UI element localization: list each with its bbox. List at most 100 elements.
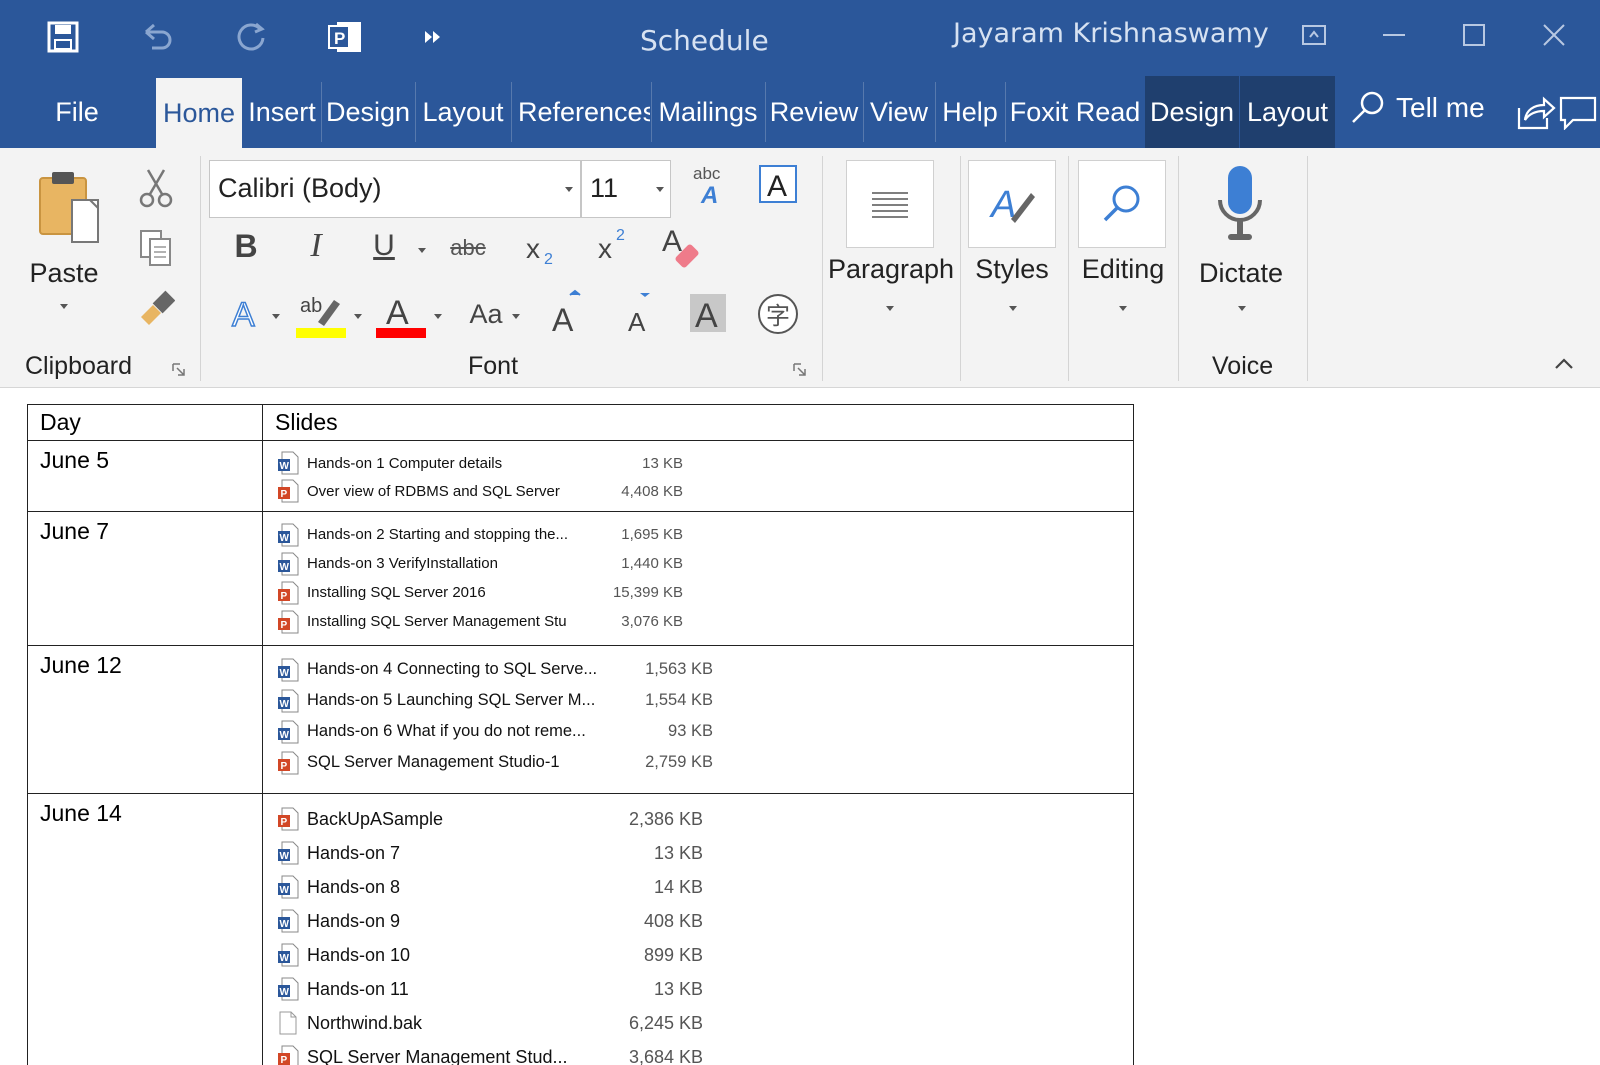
character-border-icon[interactable]: A [758,164,798,204]
file-list-item[interactable]: W Hands-on 1 Computer details 13 KB [277,449,683,477]
file-list-item[interactable]: P Over view of RDBMS and SQL Server 4,408 … [277,477,683,505]
shrink-font-icon[interactable]: A [622,290,662,336]
chevron-down-icon[interactable] [565,187,573,192]
file-list-item[interactable]: W Hands-on 11 13 KB [277,972,703,1006]
chevron-down-icon[interactable] [656,187,664,192]
paragraph-label[interactable]: Paragraph [824,254,958,285]
slides-cell[interactable]: W Hands-on 4 Connecting to SQL Serve... 1,… [262,645,1134,794]
day-cell[interactable]: June 12 [27,645,263,794]
character-shading-icon[interactable]: A [688,292,728,334]
styles-icon[interactable]: A [968,160,1056,248]
file-list-item[interactable]: W Hands-on 9 408 KB [277,904,703,938]
editing-search-icon[interactable] [1078,160,1166,248]
header-day[interactable]: Day [27,404,263,441]
ribbon-display-options-icon[interactable] [1286,12,1342,58]
file-list-item[interactable]: W Hands-on 10 899 KB [277,938,703,972]
slides-cell[interactable]: P BackUpASample 2,386 KB W Hands-on 7 13 KB W H… [262,793,1134,1065]
file-list-item[interactable]: P SQL Server Management Studio-1 2,759 KB [277,747,713,778]
tab-references[interactable]: References [512,76,650,148]
file-list-item[interactable]: P BackUpASample 2,386 KB [277,802,703,836]
text-effects-icon[interactable]: A [226,290,266,334]
file-list-item[interactable]: W Hands-on 3 VerifyInstallation 1,440 KB [277,549,683,578]
publisher-icon[interactable]: P [320,12,370,62]
tab-home[interactable]: Home [156,78,242,148]
tab-foxit-reader[interactable]: Foxit Read [1006,76,1144,148]
change-case-button[interactable]: Aa [462,292,510,336]
tab-review[interactable]: Review [766,76,862,148]
tab-view[interactable]: View [864,76,934,148]
file-list-item[interactable]: P Installing SQL Server 2016 15,399 KB [277,578,683,607]
font-launcher-icon[interactable] [793,362,807,376]
font-color-dropdown-icon[interactable] [434,314,442,319]
file-list-item[interactable]: W Hands-on 4 Connecting to SQL Serve... 1,… [277,654,713,685]
file-list-item[interactable]: W Hands-on 8 14 KB [277,870,703,904]
italic-icon[interactable]: I [296,224,336,268]
slides-cell[interactable]: W Hands-on 2 Starting and stopping the...… [262,511,1134,646]
close-icon[interactable] [1526,12,1582,58]
paste-label[interactable]: Paste [24,258,104,289]
file-list-item[interactable]: W Hands-on 6 What if you do not reme... 93… [277,716,713,747]
user-name[interactable]: Jayaram Krishnaswamy [953,18,1269,49]
day-cell[interactable]: June 14 [27,793,263,1065]
tab-file[interactable]: File [42,76,112,148]
share-icon[interactable] [1516,92,1556,132]
underline-dropdown-icon[interactable] [418,248,426,253]
underline-icon[interactable]: U [364,224,404,268]
change-case-dropdown-icon[interactable] [512,314,520,319]
editing-dropdown-icon[interactable] [1119,306,1127,311]
file-list-item[interactable]: Northwind.bak 6,245 KB [277,1006,703,1040]
bold-icon[interactable]: B [226,224,266,268]
file-list-item[interactable]: W Hands-on 5 Launching SQL Server M... 1,5… [277,685,713,716]
clear-formatting-icon[interactable]: A [658,220,706,270]
strikethrough-icon[interactable]: abc [446,228,490,268]
styles-dropdown-icon[interactable] [1009,306,1017,311]
format-painter-icon[interactable] [136,288,176,328]
paste-dropdown-icon[interactable] [60,304,68,309]
file-list-item[interactable]: P SQL Server Management Stud... 3,684 KB [277,1040,703,1065]
text-highlight-color-icon[interactable]: ab [296,290,346,338]
tab-table-layout[interactable]: Layout [1240,76,1335,148]
save-icon[interactable] [38,12,88,62]
cut-icon[interactable] [136,168,176,208]
font-name-combobox[interactable]: Calibri (Body) [209,160,581,218]
microphone-icon[interactable] [1208,162,1272,248]
file-list-item[interactable]: W Hands-on 2 Starting and stopping the...… [277,520,683,549]
editing-label[interactable]: Editing [1070,254,1176,285]
highlight-dropdown-icon[interactable] [354,314,362,319]
tab-design[interactable]: Design [322,76,414,148]
header-slides[interactable]: Slides [262,404,1134,441]
maximize-icon[interactable] [1446,12,1502,58]
more-commands-icon[interactable] [408,12,458,62]
text-effects-dropdown-icon[interactable] [272,314,280,319]
minimize-icon[interactable] [1366,12,1422,58]
day-cell[interactable]: June 5 [27,440,263,512]
change-case-style-icon[interactable]: abc A [686,162,728,206]
tab-insert[interactable]: Insert [244,76,320,148]
font-color-icon[interactable]: A [376,290,426,338]
schedule-table[interactable]: Day Slides June 5 W Hands-on 1 Computer de… [27,404,1134,1065]
grow-font-icon[interactable]: A [548,288,588,336]
tab-layout[interactable]: Layout [416,76,510,148]
paste-icon[interactable] [32,166,106,246]
superscript-icon[interactable]: x2 [592,222,636,266]
clipboard-launcher-icon[interactable] [172,362,186,376]
dictate-label[interactable]: Dictate [1182,258,1300,289]
undo-icon[interactable] [132,12,182,62]
copy-icon[interactable] [136,228,176,268]
paragraph-dropdown-icon[interactable] [886,306,894,311]
tell-me-search[interactable]: Tell me [1350,90,1485,126]
dictate-dropdown-icon[interactable] [1238,306,1246,311]
paragraph-icon[interactable] [846,160,934,248]
subscript-icon[interactable]: x2 [520,226,564,270]
tab-table-design[interactable]: Design [1145,76,1239,148]
day-cell[interactable]: June 7 [27,511,263,646]
comments-icon[interactable] [1558,94,1598,132]
enclose-characters-icon[interactable]: 字 [756,292,800,336]
slides-cell[interactable]: W Hands-on 1 Computer details 13 KB P Over v… [262,440,1134,512]
tab-mailings[interactable]: Mailings [652,76,764,148]
redo-icon[interactable] [226,12,276,62]
font-size-combobox[interactable]: 11 [581,160,671,218]
tab-help[interactable]: Help [936,76,1004,148]
file-list-item[interactable]: P Installing SQL Server Management Stu 3,0… [277,607,683,636]
collapse-ribbon-icon[interactable] [1550,352,1578,376]
